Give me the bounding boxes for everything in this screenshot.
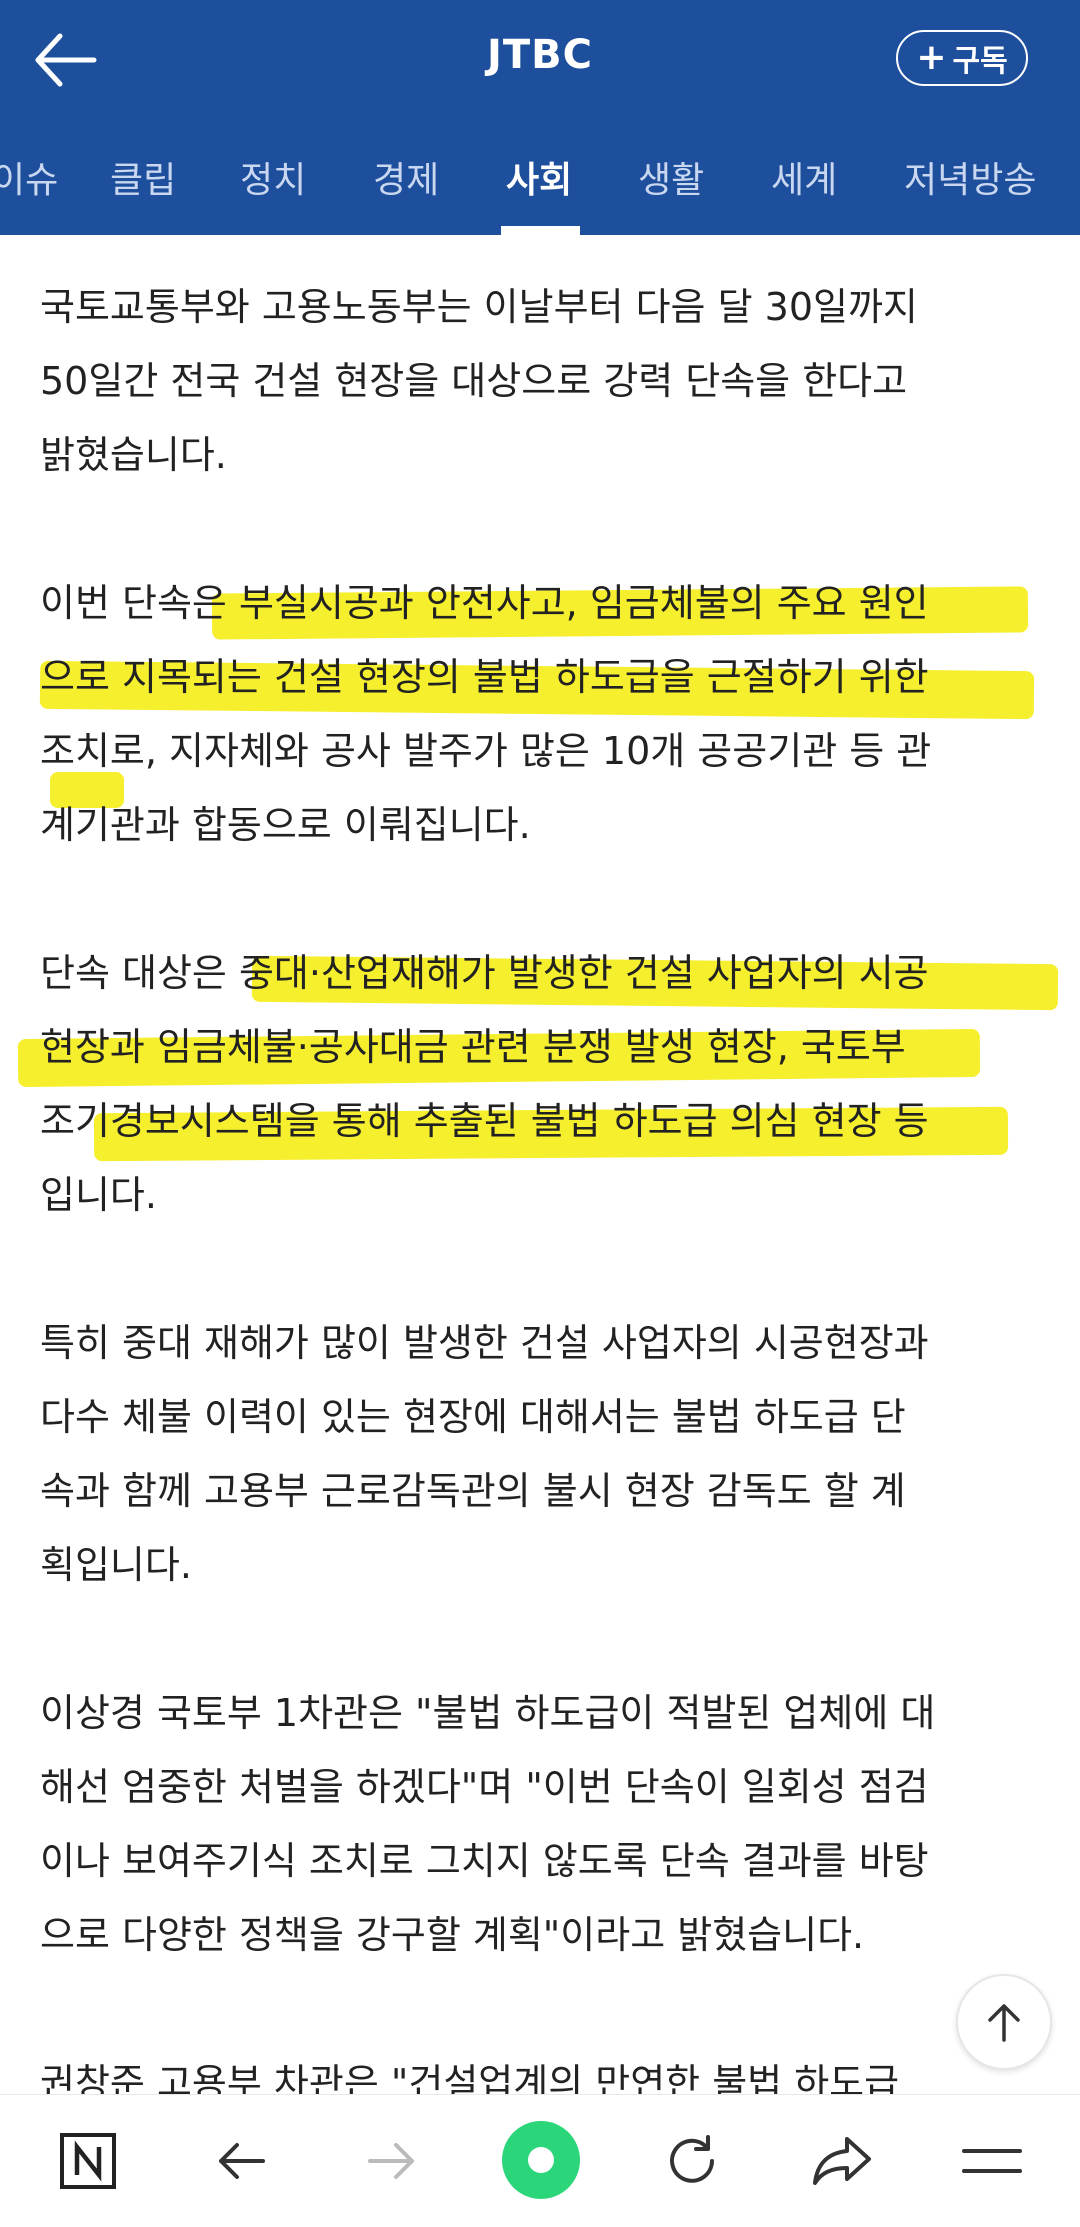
top-app-bar: JTBC + 구독: [0, 0, 1080, 121]
browser-back-button[interactable]: [205, 2125, 277, 2197]
green-dot-button[interactable]: [500, 2119, 582, 2201]
subscribe-button[interactable]: + 구독: [896, 30, 1028, 86]
article-body: 국토교통부와 고용노동부는 이날부터 다음 달 30일까지 50일간 전국 건설…: [40, 270, 1050, 2194]
article-paragraph: 이번 단속은 부실시공과 안전사고, 임금체불의 주요 원인 으로 지목되는 건…: [40, 581, 932, 847]
plus-icon: +: [916, 37, 947, 78]
arrow-up-icon: [988, 2004, 1020, 2042]
share-icon: [813, 2137, 871, 2185]
share-button[interactable]: [806, 2125, 878, 2197]
refresh-icon: [670, 2135, 714, 2183]
back-arrow-icon: [219, 2143, 265, 2179]
scroll-to-top-button[interactable]: [956, 1974, 1052, 2070]
tab-life[interactable]: 생활: [638, 151, 704, 203]
tab-politics[interactable]: 정치: [240, 151, 306, 203]
menu-button[interactable]: [956, 2125, 1028, 2197]
tab-clip[interactable]: 클립: [110, 151, 176, 203]
menu-icon: [962, 2149, 1022, 2173]
tab-world[interactable]: 세계: [771, 151, 837, 203]
browser-bottom-bar: [0, 2094, 1080, 2227]
article-paragraph: 이상경 국토부 1차관은 "불법 하도급이 적발된 업체에 대 해선 엄중한 처…: [40, 1691, 936, 1957]
forward-arrow-icon: [368, 2143, 414, 2179]
article-paragraph: 단속 대상은 중대·산업재해가 발생한 건설 사업자의 시공 현장과 임금체불·…: [40, 951, 929, 1217]
green-dot-icon: [502, 2121, 580, 2199]
subscribe-label: 구독: [952, 44, 1008, 79]
tab-society[interactable]: 사회: [506, 151, 572, 203]
category-tabs: 이슈 클립 정치 경제 사회 생활 세계 저녁방송: [0, 121, 1080, 235]
active-tab-indicator: [501, 226, 580, 235]
tab-issue[interactable]: 이슈: [0, 151, 58, 203]
tab-evening-broadcast[interactable]: 저녁방송: [904, 151, 1036, 203]
tab-economy[interactable]: 경제: [373, 151, 439, 203]
naver-home-button[interactable]: [52, 2125, 124, 2197]
naver-n-icon: [60, 2133, 116, 2189]
article-paragraph: 국토교통부와 고용노동부는 이날부터 다음 달 30일까지 50일간 전국 건설…: [40, 285, 918, 477]
refresh-button[interactable]: [656, 2125, 728, 2197]
article-paragraph: 특히 중대 재해가 많이 발생한 건설 사업자의 시공현장과 다수 체불 이력이…: [40, 1321, 929, 1587]
browser-forward-button[interactable]: [356, 2125, 428, 2197]
